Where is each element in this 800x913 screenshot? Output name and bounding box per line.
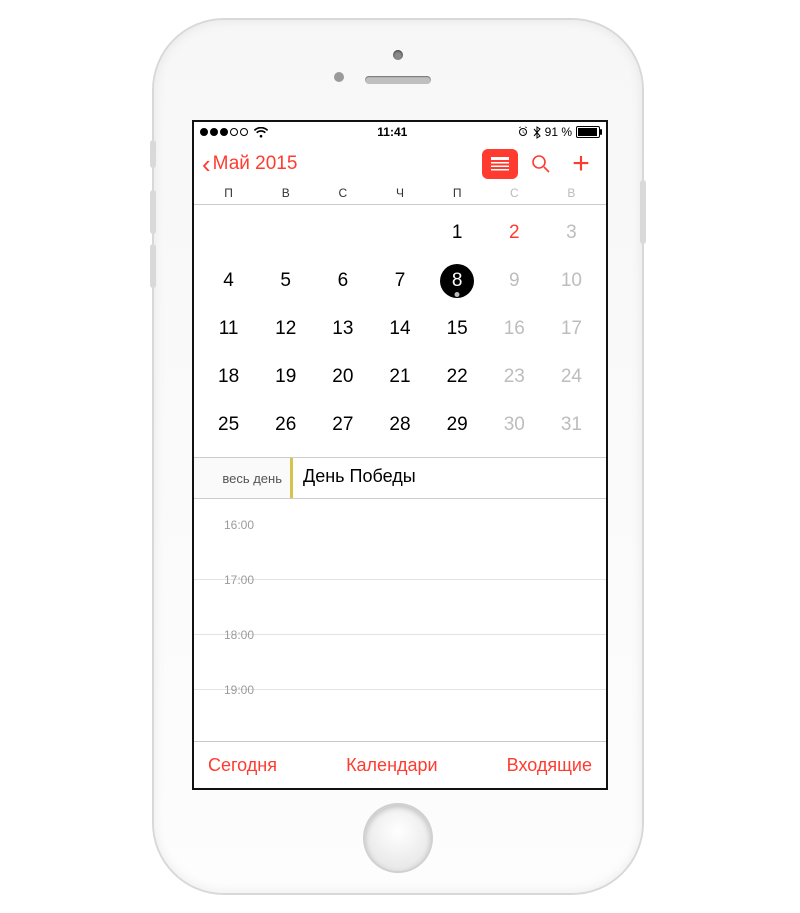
calendar-day[interactable]: 24 bbox=[543, 366, 600, 388]
calendar-day[interactable]: 21 bbox=[371, 366, 428, 388]
hour-row[interactable]: 16:00 bbox=[194, 525, 606, 580]
volume-up bbox=[150, 190, 156, 234]
mute-switch bbox=[150, 140, 156, 168]
calendar-day[interactable]: 3 bbox=[543, 222, 600, 244]
bluetooth-icon bbox=[533, 126, 541, 139]
weekday-header: ПВСЧПСВ bbox=[194, 186, 606, 204]
weekday-label: Ч bbox=[371, 186, 428, 200]
calendar-day[interactable]: 27 bbox=[314, 414, 371, 436]
nav-bar: ‹ Май 2015 + bbox=[194, 142, 606, 186]
calendar-day[interactable]: 23 bbox=[486, 366, 543, 388]
hour-label: 17:00 bbox=[194, 573, 262, 587]
calendar-day[interactable]: 1 bbox=[429, 222, 486, 244]
all-day-label: весь день bbox=[194, 458, 290, 498]
signal-dots bbox=[200, 128, 248, 136]
calendar-day[interactable]: 26 bbox=[257, 414, 314, 436]
hour-row[interactable]: 17:00 bbox=[194, 580, 606, 635]
event-title: День Победы bbox=[303, 466, 416, 486]
calendar-day[interactable]: 12 bbox=[257, 318, 314, 340]
calendar-day[interactable]: 5 bbox=[257, 270, 314, 292]
home-button[interactable] bbox=[365, 805, 431, 871]
calendar-day[interactable]: 14 bbox=[371, 318, 428, 340]
hour-label: 18:00 bbox=[194, 628, 262, 642]
battery-icon bbox=[576, 126, 600, 138]
power-button bbox=[640, 180, 646, 244]
calendar-row: 123 bbox=[200, 209, 600, 257]
day-timeline[interactable]: 16:0017:0018:0019:00 bbox=[194, 499, 606, 741]
back-button[interactable]: ‹ Май 2015 bbox=[202, 151, 476, 177]
weekday-label: С bbox=[486, 186, 543, 200]
calendar-row: 45678910 bbox=[200, 257, 600, 305]
weekday-label: В bbox=[543, 186, 600, 200]
weekday-label: П bbox=[200, 186, 257, 200]
calendar-day[interactable]: 13 bbox=[314, 318, 371, 340]
calendar-day[interactable]: 10 bbox=[543, 270, 600, 292]
calendars-button[interactable]: Календари bbox=[346, 755, 438, 776]
calendar-day[interactable]: 6 bbox=[314, 270, 371, 292]
calendar-row: 11121314151617 bbox=[200, 305, 600, 353]
volume-down bbox=[150, 244, 156, 288]
calendar-day[interactable]: 11 bbox=[200, 318, 257, 340]
bottom-toolbar: Сегодня Календари Входящие bbox=[194, 741, 606, 788]
search-button[interactable] bbox=[524, 149, 558, 179]
hour-label: 16:00 bbox=[194, 518, 262, 532]
calendar-day[interactable]: 9 bbox=[486, 270, 543, 292]
calendar-row: 18192021222324 bbox=[200, 353, 600, 401]
wifi-icon bbox=[254, 127, 268, 138]
calendar-day[interactable]: 22 bbox=[429, 366, 486, 388]
battery-pct: 91 % bbox=[545, 125, 572, 139]
proximity-sensor bbox=[334, 72, 344, 82]
calendar-row: 25262728293031 bbox=[200, 401, 600, 449]
earpiece-speaker bbox=[365, 76, 431, 84]
add-button[interactable]: + bbox=[564, 149, 598, 179]
calendar-day[interactable]: 15 bbox=[429, 318, 486, 340]
hour-row[interactable]: 19:00 bbox=[194, 690, 606, 741]
calendar-day[interactable]: 8 bbox=[429, 264, 486, 298]
weekday-label: С bbox=[314, 186, 371, 200]
calendar-day[interactable]: 16 bbox=[486, 318, 543, 340]
calendar-day[interactable]: 2 bbox=[486, 222, 543, 244]
calendar-day[interactable]: 4 bbox=[200, 270, 257, 292]
hour-label: 19:00 bbox=[194, 683, 262, 697]
month-grid: 1234567891011121314151617181920212223242… bbox=[194, 205, 606, 457]
chevron-left-icon: ‹ bbox=[202, 151, 211, 177]
all-day-event[interactable]: День Победы bbox=[290, 458, 606, 498]
status-time: 11:41 bbox=[268, 125, 517, 139]
calendar-day[interactable]: 18 bbox=[200, 366, 257, 388]
all-day-row: весь день День Победы bbox=[194, 457, 606, 499]
calendar-day[interactable]: 7 bbox=[371, 270, 428, 292]
calendar-day[interactable]: 28 bbox=[371, 414, 428, 436]
calendar-day[interactable]: 20 bbox=[314, 366, 371, 388]
alarm-icon bbox=[517, 126, 529, 138]
screen: 11:41 91 % ‹ Май 2015 bbox=[192, 120, 608, 790]
weekday-label: П bbox=[429, 186, 486, 200]
back-label: Май 2015 bbox=[213, 153, 298, 175]
status-bar: 11:41 91 % bbox=[194, 122, 606, 142]
calendar-day[interactable]: 25 bbox=[200, 414, 257, 436]
calendar-day[interactable]: 31 bbox=[543, 414, 600, 436]
hour-row[interactable]: 18:00 bbox=[194, 635, 606, 690]
calendar-day[interactable]: 19 bbox=[257, 366, 314, 388]
phone-body: 11:41 91 % ‹ Май 2015 bbox=[154, 20, 642, 893]
view-mode-button[interactable] bbox=[482, 149, 518, 179]
front-camera bbox=[393, 50, 403, 60]
inbox-button[interactable]: Входящие bbox=[507, 755, 592, 776]
calendar-day[interactable]: 17 bbox=[543, 318, 600, 340]
calendar-day[interactable]: 29 bbox=[429, 414, 486, 436]
weekday-label: В bbox=[257, 186, 314, 200]
calendar-day[interactable]: 30 bbox=[486, 414, 543, 436]
today-button[interactable]: Сегодня bbox=[208, 755, 277, 776]
